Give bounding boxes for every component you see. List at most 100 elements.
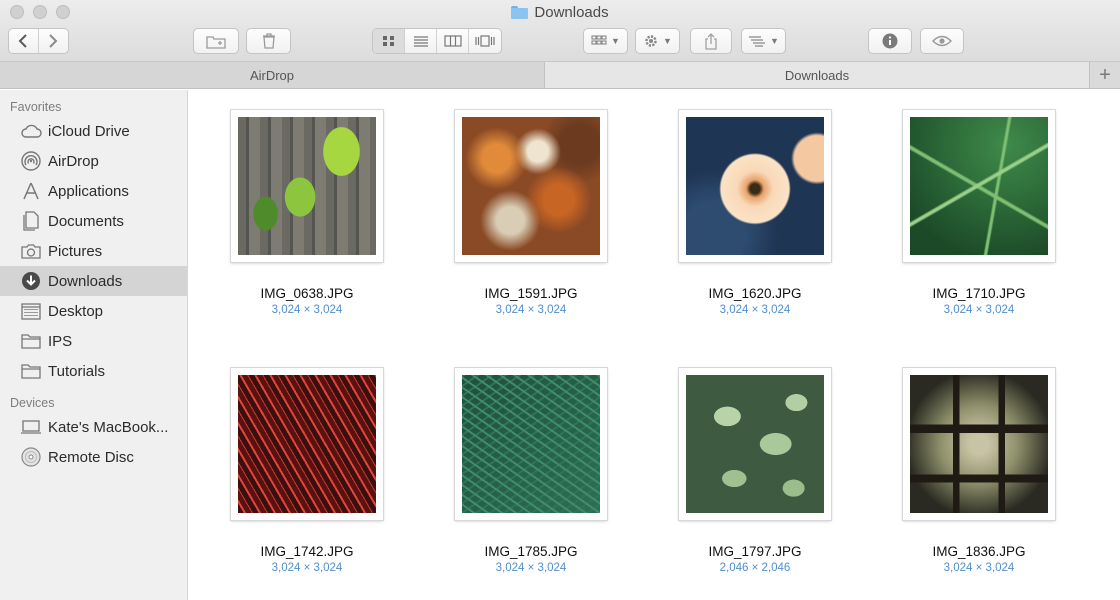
file-grid: IMG_0638.JPG 3,024 × 3,024 IMG_1591.JPG … <box>189 90 1120 600</box>
file-thumbnail[interactable] <box>903 368 1055 520</box>
sidebar-item-macbook[interactable]: Kate's MacBook... <box>0 412 187 442</box>
sidebar-item-applications[interactable]: Applications <box>0 176 187 206</box>
file-item[interactable]: IMG_1742.JPG 3,024 × 3,024 <box>207 368 407 574</box>
file-name: IMG_0638.JPG <box>260 286 354 301</box>
eye-icon <box>932 35 952 47</box>
photo-thumbnail-image <box>686 117 824 255</box>
grid-icon <box>382 36 394 46</box>
sidebar-item-pictures[interactable]: Pictures <box>0 236 187 266</box>
trash-icon <box>262 33 275 49</box>
edit-tags-button[interactable]: ▼ <box>741 28 786 54</box>
chevron-down-icon: ▼ <box>663 36 672 46</box>
sidebar-item-label: Documents <box>48 212 124 230</box>
new-folder-button[interactable] <box>193 28 239 54</box>
file-name: IMG_1797.JPG <box>708 544 802 559</box>
folder-icon <box>511 6 529 19</box>
arrange-icon <box>591 35 607 45</box>
sidebar-item-tutorials[interactable]: Tutorials <box>0 356 187 386</box>
photo-thumbnail-image <box>686 375 824 513</box>
forward-button[interactable] <box>39 29 68 53</box>
share-button[interactable] <box>690 28 732 54</box>
back-button[interactable] <box>9 29 39 53</box>
file-item[interactable]: IMG_1836.JPG 3,024 × 3,024 <box>879 368 1079 574</box>
quick-look-button[interactable] <box>920 28 964 54</box>
file-item[interactable]: IMG_1620.JPG 3,024 × 3,024 <box>655 110 855 316</box>
file-item[interactable]: IMG_0638.JPG 3,024 × 3,024 <box>207 110 407 316</box>
sidebar: Favorites iCloud Drive AirDrop Applicati… <box>0 90 188 600</box>
file-thumbnail[interactable] <box>679 110 831 262</box>
sidebar-item-ips[interactable]: IPS <box>0 326 187 356</box>
column-view-button[interactable] <box>437 29 469 53</box>
file-thumbnail[interactable] <box>455 110 607 262</box>
sidebar-item-documents[interactable]: Documents <box>0 206 187 236</box>
plus-icon: + <box>1099 63 1111 86</box>
list-view-button[interactable] <box>405 29 437 53</box>
folder-icon <box>20 331 42 351</box>
cover-flow-icon <box>475 35 495 47</box>
folder-icon <box>20 361 42 381</box>
file-name: IMG_1591.JPG <box>484 286 578 301</box>
file-dimensions: 3,024 × 3,024 <box>271 562 343 574</box>
cover-flow-button[interactable] <box>469 29 501 53</box>
chevron-left-icon <box>18 34 27 48</box>
action-button[interactable]: ▼ <box>635 28 680 54</box>
file-thumbnail[interactable] <box>231 368 383 520</box>
sidebar-item-icloud-drive[interactable]: iCloud Drive <box>0 116 187 146</box>
sidebar-item-label: iCloud Drive <box>48 122 130 140</box>
chevron-down-icon: ▼ <box>611 36 620 46</box>
file-name: IMG_1785.JPG <box>484 544 578 559</box>
sidebar-heading-devices: Devices <box>10 396 55 410</box>
file-thumbnail[interactable] <box>455 368 607 520</box>
sidebar-item-label: Applications <box>48 182 129 200</box>
sidebar-item-desktop[interactable]: Desktop <box>0 296 187 326</box>
sidebar-item-downloads[interactable]: Downloads <box>0 266 187 296</box>
photo-thumbnail-image <box>462 375 600 513</box>
file-thumbnail[interactable] <box>231 110 383 262</box>
file-item[interactable]: IMG_1785.JPG 3,024 × 3,024 <box>431 368 631 574</box>
sidebar-item-airdrop[interactable]: AirDrop <box>0 146 187 176</box>
tab-bar: AirDrop Downloads + <box>0 62 1120 89</box>
sidebar-item-label: Tutorials <box>48 362 105 380</box>
trash-button[interactable] <box>246 28 291 54</box>
new-tab-button[interactable]: + <box>1090 62 1120 88</box>
file-item[interactable]: IMG_1797.JPG 2,046 × 2,046 <box>655 368 855 574</box>
photo-thumbnail-image <box>238 375 376 513</box>
sidebar-item-label: Downloads <box>48 272 123 290</box>
sidebar-item-label: Kate's MacBook... <box>48 418 169 436</box>
airdrop-icon <box>20 151 42 171</box>
laptop-icon <box>20 417 42 437</box>
cloud-icon <box>20 121 42 141</box>
file-name: IMG_1710.JPG <box>932 286 1026 301</box>
camera-icon <box>20 241 42 261</box>
arrange-button[interactable]: ▼ <box>583 28 628 54</box>
get-info-button[interactable] <box>868 28 912 54</box>
applications-icon <box>20 181 42 201</box>
sidebar-item-remote-disc[interactable]: Remote Disc <box>0 442 187 472</box>
disc-icon <box>20 447 42 467</box>
window-title-text: Downloads <box>534 4 609 21</box>
desktop-icon <box>20 301 42 321</box>
file-name: IMG_1742.JPG <box>260 544 354 559</box>
sidebar-item-label: AirDrop <box>48 152 99 170</box>
columns-icon <box>443 35 462 47</box>
photo-thumbnail-image <box>462 117 600 255</box>
file-item[interactable]: IMG_1591.JPG 3,024 × 3,024 <box>431 110 631 316</box>
file-dimensions: 3,024 × 3,024 <box>495 562 567 574</box>
documents-icon <box>20 211 42 231</box>
file-item[interactable]: IMG_1710.JPG 3,024 × 3,024 <box>879 110 1079 316</box>
file-thumbnail[interactable] <box>903 110 1055 262</box>
view-mode-selector <box>372 28 502 54</box>
tab-downloads[interactable]: Downloads <box>545 62 1090 88</box>
photo-thumbnail-image <box>910 375 1048 513</box>
gear-icon <box>645 35 657 47</box>
tab-airdrop[interactable]: AirDrop <box>0 62 545 88</box>
file-thumbnail[interactable] <box>679 368 831 520</box>
icon-view-button[interactable] <box>373 29 405 53</box>
tags-icon <box>749 36 766 47</box>
sidebar-heading-favorites: Favorites <box>10 100 62 114</box>
chevron-right-icon <box>49 34 58 48</box>
file-name: IMG_1836.JPG <box>932 544 1026 559</box>
chevron-down-icon: ▼ <box>770 36 779 46</box>
info-icon <box>882 33 898 49</box>
sidebar-item-label: Remote Disc <box>48 448 134 466</box>
